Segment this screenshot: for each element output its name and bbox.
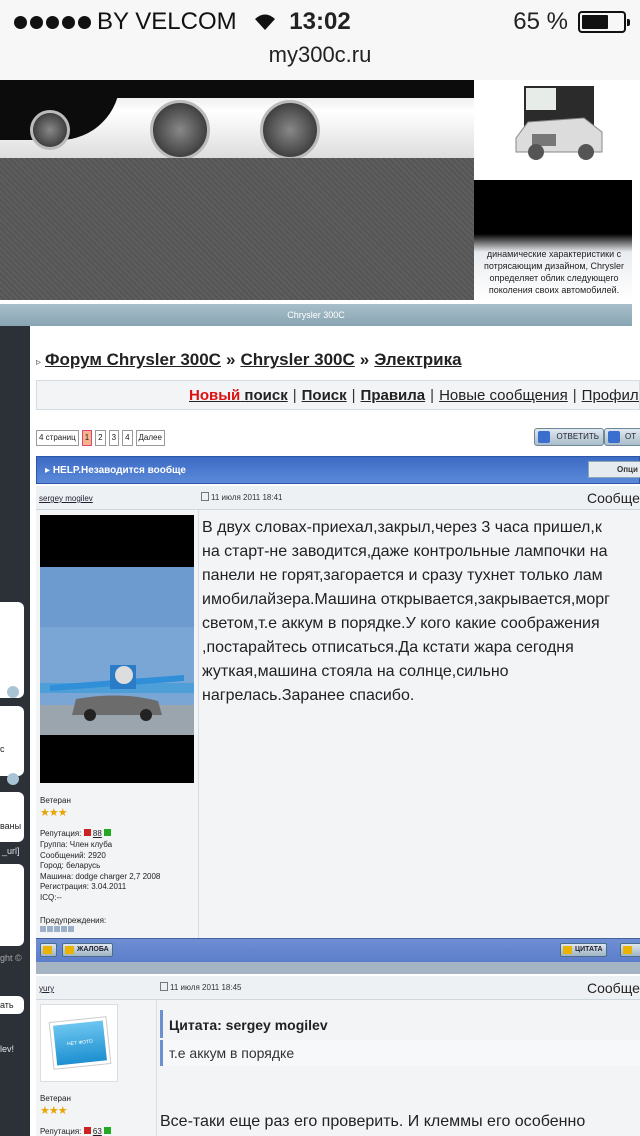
plus-icon xyxy=(623,946,632,954)
reply-icon xyxy=(538,431,550,443)
battery-icon xyxy=(578,11,630,33)
breadcrumb-separator: » xyxy=(359,350,370,369)
page-2[interactable]: 2 xyxy=(95,430,106,446)
sidebar-panel xyxy=(0,602,24,698)
rank-stars-icon: ★★★ xyxy=(40,1105,68,1117)
post-footer: ЖАЛОБА ЦИТАТА xyxy=(36,938,640,962)
sidebar-chat-icon[interactable] xyxy=(7,773,19,785)
next-page[interactable]: Далее xyxy=(135,430,165,446)
topic-title-bar: ▸ HELP.Незаводится вообще xyxy=(36,456,640,484)
sidebar-text: с xyxy=(0,744,5,754)
user-reputation: Репутация: 88 xyxy=(40,829,112,840)
post-date[interactable]: 11 июля 2011 18:41 xyxy=(201,492,283,502)
post-author[interactable]: sergey mogilev xyxy=(39,494,93,503)
new-messages-link[interactable]: Новые сообщения xyxy=(439,387,568,404)
post-message-label: Сообще xyxy=(587,980,640,996)
breadcrumb-arrow-icon: ▹ xyxy=(36,357,42,368)
rep-plus-icon[interactable] xyxy=(104,829,112,836)
topic-options-button[interactable]: Опци xyxy=(588,461,640,478)
new-search-link[interactable]: Новый поиск xyxy=(189,387,288,404)
complain-button[interactable]: ЖАЛОБА xyxy=(62,943,113,957)
rep-minus-icon[interactable] xyxy=(83,1127,91,1134)
car-image-icon xyxy=(515,86,603,160)
sidebar-text: ваны xyxy=(0,821,22,831)
post-meta: yury 11 июля 2011 18:45 Сообще xyxy=(36,976,640,1000)
address-bar-url[interactable]: my300c.ru xyxy=(0,42,640,68)
sidebar-text: _url] xyxy=(2,846,20,856)
page-4[interactable]: 4 xyxy=(122,430,133,446)
avatar: НЕТ ФОТО xyxy=(40,1004,118,1082)
user-reputation: Репутация: 63 xyxy=(40,1127,112,1136)
breadcrumb-section[interactable]: Chrysler 300C xyxy=(240,350,354,369)
sidebar-text: lev! xyxy=(0,1044,15,1054)
pagination: 4 страниц 1 2 3 4 Далее xyxy=(36,430,165,446)
user-details: Группа: Член клуба Сообщений: 2920 Город… xyxy=(40,840,161,902)
rules-link[interactable]: Правила xyxy=(361,387,426,404)
avatar xyxy=(40,515,194,783)
scroll-up-button[interactable] xyxy=(40,943,57,957)
breadcrumb-subsection[interactable]: Электрика xyxy=(374,350,461,369)
page-1[interactable]: 1 xyxy=(81,430,93,446)
post-text: В двух словах-приехал,закрыл,через 3 час… xyxy=(202,519,610,704)
no-photo-icon: НЕТ ФОТО xyxy=(53,1020,107,1066)
banner-caption: динамические характеристики с потрясающи… xyxy=(483,249,625,295)
quote-button[interactable]: ЦИТАТА xyxy=(560,943,607,957)
sidebar-text: ать xyxy=(0,1000,14,1010)
post-text: Все-таки еще раз его проверить. И клеммы… xyxy=(160,1113,586,1130)
header-car-thumbnail xyxy=(474,80,634,180)
arrow-up-icon xyxy=(43,946,52,954)
status-bar: BY VELCOM 13:02 65 % my300c.ru xyxy=(0,0,640,80)
search-link[interactable]: Поиск xyxy=(302,387,347,404)
extra-button[interactable] xyxy=(620,943,640,957)
new-topic-icon xyxy=(608,431,620,443)
post-separator xyxy=(36,962,640,974)
battery-percent: 65 % xyxy=(513,8,568,35)
quote-title: Цитата: sergey mogilev xyxy=(160,1010,640,1038)
sidebar-text: ght © xyxy=(0,953,22,963)
page-count: 4 страниц xyxy=(36,430,79,446)
profile-link[interactable]: Профиль xyxy=(582,387,639,404)
rep-minus-icon[interactable] xyxy=(83,829,91,836)
breadcrumb: ▹ Форум Chrysler 300C» Chrysler 300C» Элект… xyxy=(36,350,462,370)
left-sidebar: с ваны _url] ght © ать lev! xyxy=(0,326,30,1136)
page-3[interactable]: 3 xyxy=(108,430,120,446)
topic-title: HELP.Незаводится вообще xyxy=(52,465,186,476)
header-banner-panel xyxy=(0,158,474,300)
post-meta: sergey mogilev 11 июля 2011 18:41 Сообще xyxy=(36,486,640,510)
battery: 65 % xyxy=(513,8,630,36)
sidebar-chat-icon[interactable] xyxy=(7,686,19,698)
sidebar-panel xyxy=(0,706,24,776)
rep-plus-icon[interactable] xyxy=(104,1127,112,1134)
avatar-photo-icon xyxy=(40,515,194,783)
post-message-label: Сообще xyxy=(587,490,640,506)
user-rank: Ветеран xyxy=(40,796,71,805)
new-topic-button[interactable]: ОТ xyxy=(604,428,640,446)
user-rank: Ветеран xyxy=(40,1094,71,1103)
new-label: Новый xyxy=(189,387,241,404)
quote-text: т.е аккум в порядке xyxy=(160,1040,640,1066)
warnings-bar xyxy=(40,926,74,932)
quote-icon xyxy=(563,946,572,954)
breadcrumb-separator: » xyxy=(225,350,236,369)
rep-value[interactable]: 63 xyxy=(93,1127,102,1136)
rank-stars-icon: ★★★ xyxy=(40,807,68,819)
sidebar-panel xyxy=(0,792,24,842)
quote-block: Цитата: sergey mogilev т.е аккум в поряд… xyxy=(160,1004,640,1066)
rep-value[interactable]: 88 xyxy=(93,829,102,838)
post-author[interactable]: yury xyxy=(39,984,54,993)
complain-icon xyxy=(65,946,74,954)
sidebar-panel xyxy=(0,864,24,946)
breadcrumb-forum[interactable]: Форум Chrysler 300C xyxy=(45,350,221,369)
forum-nav-bar: Новый поиск | Поиск | Правила | Новые сообщени… xyxy=(36,380,640,410)
search-label: поиск xyxy=(244,387,288,404)
user-warnings: Предупреждения: xyxy=(40,916,107,925)
reply-button[interactable]: ОТВЕТИТЬ xyxy=(534,428,604,446)
post-date[interactable]: 11 июля 2011 18:45 xyxy=(160,982,242,992)
header-banner-image xyxy=(0,80,474,158)
header-nav-bar[interactable]: Chrysler 300C xyxy=(0,304,632,326)
